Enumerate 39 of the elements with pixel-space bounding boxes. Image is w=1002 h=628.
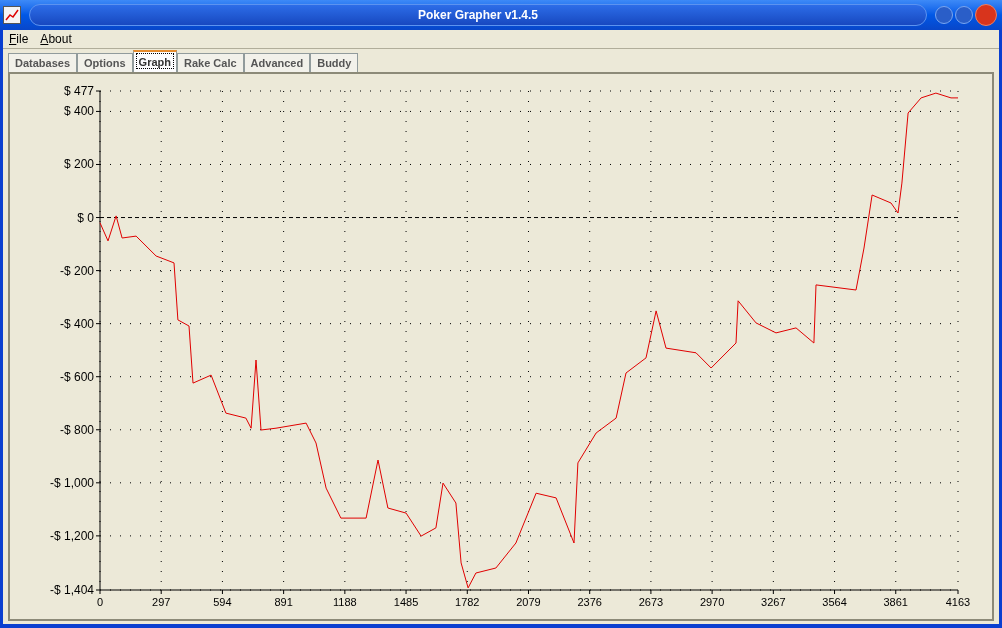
x-axis-label: 1782 <box>455 596 480 608</box>
tab[interactable]: Advanced <box>243 53 311 72</box>
close-button[interactable] <box>975 4 997 26</box>
y-axis-label: -$ 200 <box>59 263 94 278</box>
y-axis-label: -$ 1,404 <box>49 583 94 597</box>
x-axis-label: 1485 <box>393 596 419 608</box>
x-axis-label: 3267 <box>761 596 786 608</box>
tab[interactable]: Graph <box>132 50 177 72</box>
minimize-button[interactable] <box>935 6 953 24</box>
tab[interactable]: Databases <box>8 53 78 72</box>
x-axis-label: 3861 <box>883 596 908 608</box>
menu-item[interactable]: About <box>40 30 72 48</box>
y-axis-label: -$ 400 <box>59 316 94 331</box>
tab[interactable]: Options <box>77 53 133 72</box>
y-axis-label: -$ 1,000 <box>49 475 94 490</box>
x-axis-label: 594 <box>213 596 232 608</box>
x-axis-label: 891 <box>274 596 293 608</box>
x-axis-label: 2970 <box>699 596 725 608</box>
y-axis-label: $ 200 <box>63 157 94 172</box>
x-axis-label: 297 <box>152 596 171 608</box>
y-axis-label: -$ 1,200 <box>49 528 94 543</box>
x-axis-label: 2079 <box>516 596 541 608</box>
y-axis-label: -$ 800 <box>59 422 94 437</box>
x-axis-label: 4163 <box>945 596 971 608</box>
window-title: Poker Grapher v1.4.5 <box>417 7 539 24</box>
x-axis-label: 2673 <box>638 596 664 608</box>
y-axis-label: $ 0 <box>77 210 94 225</box>
x-axis-label: 0 <box>96 596 104 608</box>
line-chart-icon[interactable] <box>3 6 21 24</box>
tab[interactable]: Buddy <box>310 53 359 72</box>
x-axis-label: 2376 <box>577 596 602 608</box>
maximize-button[interactable] <box>955 6 973 24</box>
y-axis-label: $ 477 <box>63 84 94 98</box>
x-axis-label: 1188 <box>333 596 357 608</box>
tab[interactable]: Rake Calc <box>177 53 244 72</box>
y-axis-label: -$ 600 <box>59 369 94 384</box>
x-axis-label: 3564 <box>822 596 847 608</box>
y-axis-label: $ 400 <box>63 104 94 119</box>
menu-item[interactable]: File <box>9 30 29 48</box>
